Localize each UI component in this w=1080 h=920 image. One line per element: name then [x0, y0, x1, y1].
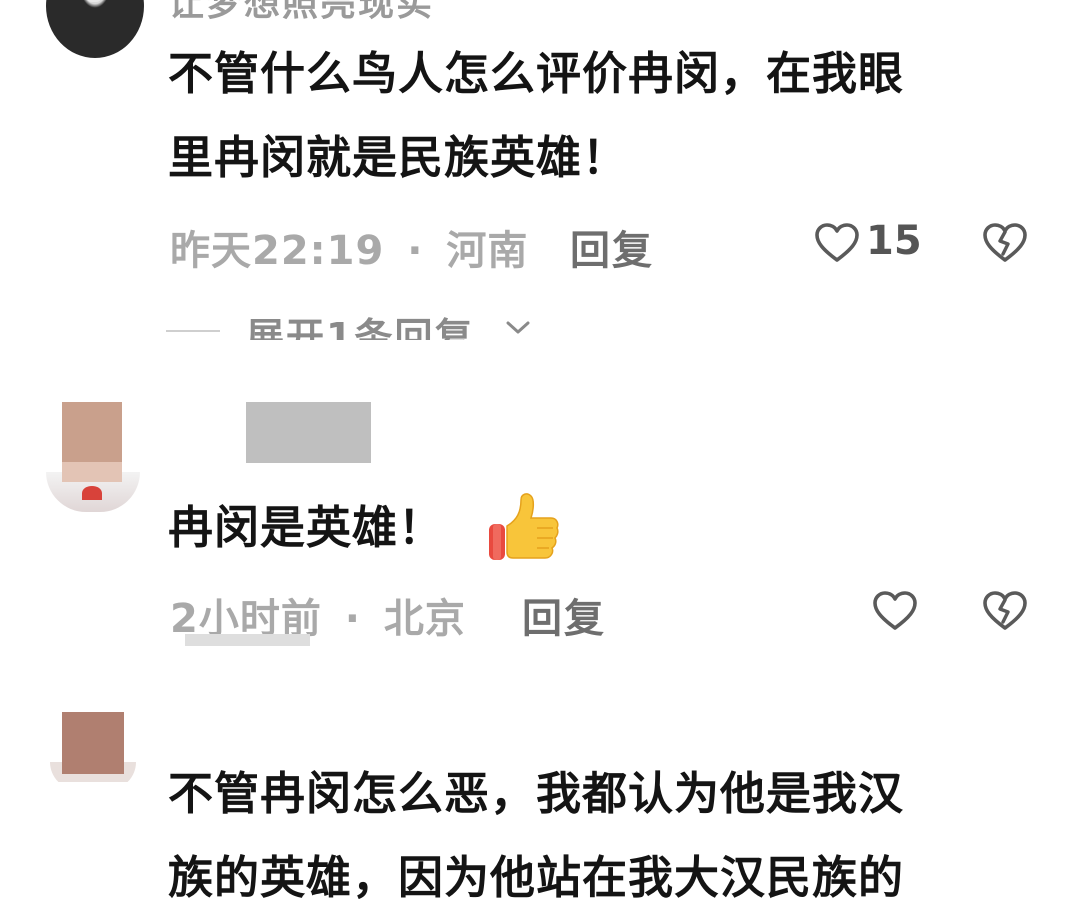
username-redacted[interactable]	[246, 402, 371, 463]
meta-separator: ·	[344, 596, 361, 642]
broken-heart-icon[interactable]	[982, 222, 1028, 264]
comment-time: 昨天22:19	[170, 228, 385, 274]
meta-separator: ·	[407, 228, 424, 274]
comment-location: 北京	[383, 596, 466, 642]
broken-heart-icon[interactable]	[982, 590, 1028, 632]
expand-replies-link[interactable]: 展开1条回复	[246, 306, 474, 340]
reply-button[interactable]: 回复	[570, 218, 654, 276]
like-count: 15	[866, 218, 922, 264]
comment-text: 不管什么鸟人怎么评价冉闵，在我眼 里冉闵就是民族英雄！	[168, 32, 904, 200]
heart-outline-icon[interactable]	[872, 590, 918, 632]
comment-meta: 昨天22:19 · 河南	[170, 218, 528, 276]
comment-text: 不管冉闵怎么恶，我都认为他是我汉 族的英雄，因为他站在我大汉民族的	[168, 752, 904, 920]
avatar[interactable]	[46, 712, 140, 782]
redaction-bar	[185, 634, 310, 646]
reply-button[interactable]: 回复	[522, 586, 606, 644]
chevron-down-icon[interactable]	[505, 320, 531, 336]
comment-line: 族的英雄，因为他站在我大汉民族的	[168, 851, 905, 904]
avatar[interactable]	[46, 0, 144, 58]
username[interactable]: 让梦想照亮现实	[168, 0, 434, 26]
expand-divider	[166, 330, 220, 332]
comment-line: 里冉闵就是民族英雄！	[168, 131, 629, 184]
comment-line: 冉闵是英雄！	[168, 501, 445, 554]
comment-text: 冉闵是英雄！	[168, 486, 444, 570]
heart-outline-icon[interactable]	[814, 222, 860, 264]
comment-location: 河南	[446, 228, 529, 274]
thumbs-up-emoji	[487, 490, 561, 568]
comment-line: 不管什么鸟人怎么评价冉闵，在我眼	[168, 47, 905, 100]
avatar[interactable]	[46, 402, 140, 512]
comment-line: 不管冉闵怎么恶，我都认为他是我汉	[168, 767, 905, 820]
